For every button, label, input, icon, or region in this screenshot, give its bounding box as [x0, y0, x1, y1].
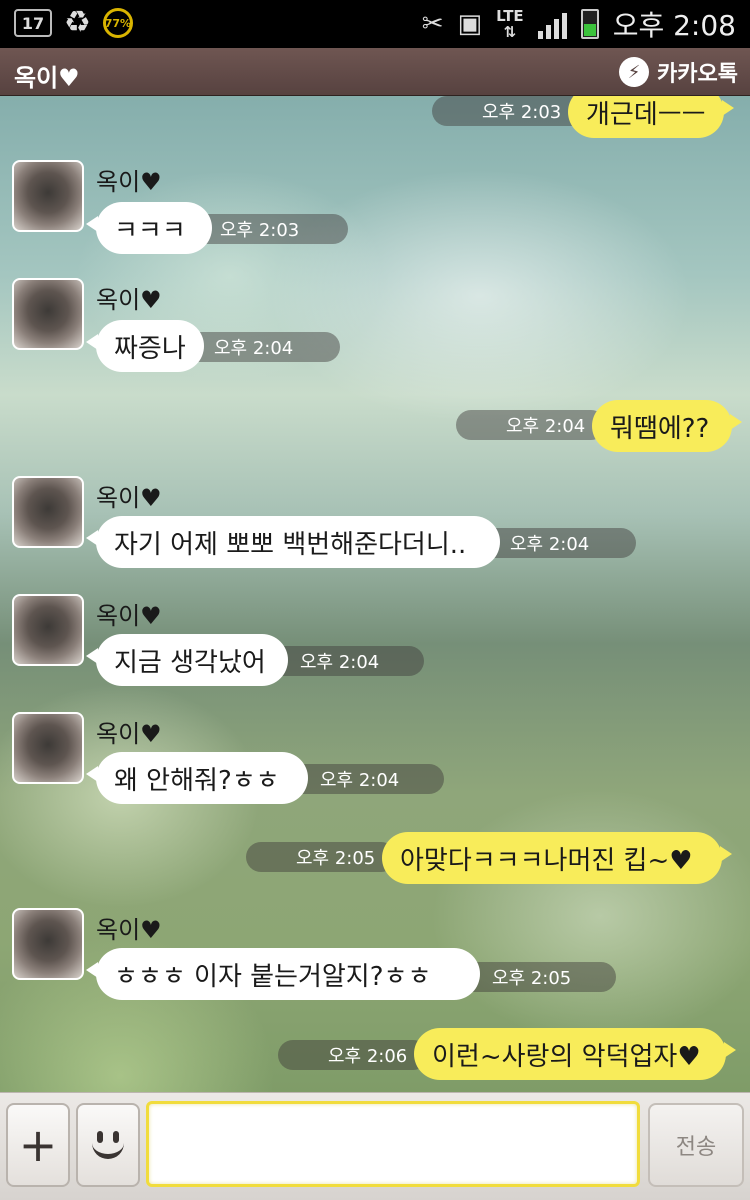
- battery-percent-icon: 77%: [102, 8, 133, 38]
- received-message-bubble[interactable]: 지금 생각났어: [86, 634, 288, 686]
- sender-name: 옥이♥: [96, 286, 162, 314]
- attach-plus-button[interactable]: +: [6, 1103, 70, 1187]
- chat-area[interactable]: 오후 2:03 개근데ㅡㅡ 옥이♥ 오후 2:03 ㅋㅋㅋ 옥이♥ 오후 2:0…: [0, 96, 750, 1092]
- mute-icon: ✂: [421, 9, 444, 39]
- avatar[interactable]: [12, 594, 84, 666]
- recycle-icon: ♻: [64, 5, 91, 40]
- notification-count-icon: 17: [14, 9, 52, 37]
- sent-message-bubble[interactable]: 이런~사랑의 악덕업자♥: [414, 1028, 736, 1080]
- received-message-bubble[interactable]: 왜 안해줘?ㅎㅎ: [86, 752, 308, 804]
- kakaotalk-logo-icon: ⚡: [619, 57, 650, 87]
- sent-message-bubble[interactable]: 개근데ㅡㅡ: [568, 96, 734, 138]
- chat-header: 옥이♥ ⚡ 카카오톡: [0, 48, 750, 96]
- sender-name: 옥이♥: [96, 602, 162, 630]
- chat-title[interactable]: 옥이♥: [14, 58, 80, 93]
- kakaotalk-brand-label: 카카오톡: [657, 62, 738, 87]
- kakaotalk-brand: ⚡ 카카오톡: [619, 56, 738, 88]
- sim-icon: ▣: [457, 9, 483, 39]
- avatar[interactable]: [12, 908, 84, 980]
- sender-name: 옥이♥: [96, 168, 162, 196]
- send-button[interactable]: 전송: [648, 1103, 744, 1187]
- signal-strength-icon: [537, 9, 567, 39]
- emoticon-button[interactable]: [76, 1103, 140, 1187]
- avatar[interactable]: [12, 278, 84, 350]
- status-bar: 17 ♻ 77% ✂ ▣ LTE ⇅ 오후 2:08: [0, 0, 750, 48]
- avatar[interactable]: [12, 476, 84, 548]
- status-clock: 오후 2:08: [612, 9, 736, 42]
- message-time: 오후 2:05: [246, 842, 396, 872]
- sender-name: 옥이♥: [96, 720, 162, 748]
- avatar[interactable]: [12, 712, 84, 784]
- received-message-bubble[interactable]: 자기 어제 뽀뽀 백번해준다더니..: [86, 516, 500, 568]
- received-message-bubble[interactable]: ㅋㅋㅋ: [86, 202, 212, 254]
- message-time: 오후 2:04: [180, 332, 340, 362]
- message-input[interactable]: [146, 1101, 640, 1187]
- sender-name: 옥이♥: [96, 916, 162, 944]
- received-message-bubble[interactable]: ㅎㅎㅎ 이자 붙는거알지?ㅎㅎ: [86, 948, 480, 1000]
- avatar[interactable]: [12, 160, 84, 232]
- network-type: LTE ⇅: [496, 7, 524, 41]
- smiley-icon: [88, 1125, 128, 1165]
- sender-name: 옥이♥: [96, 484, 162, 512]
- message-input-bar: + 전송: [0, 1092, 750, 1200]
- message-time: 오후 2:06: [278, 1040, 428, 1070]
- received-message-bubble[interactable]: 짜증나: [86, 320, 204, 372]
- sent-message-bubble[interactable]: 아맞다ㅋㅋㅋ나머진 킵~♥: [382, 832, 732, 884]
- battery-icon: [580, 9, 599, 39]
- sent-message-bubble[interactable]: 뭐땜에??: [592, 400, 742, 452]
- message-time: 오후 2:04: [456, 410, 606, 440]
